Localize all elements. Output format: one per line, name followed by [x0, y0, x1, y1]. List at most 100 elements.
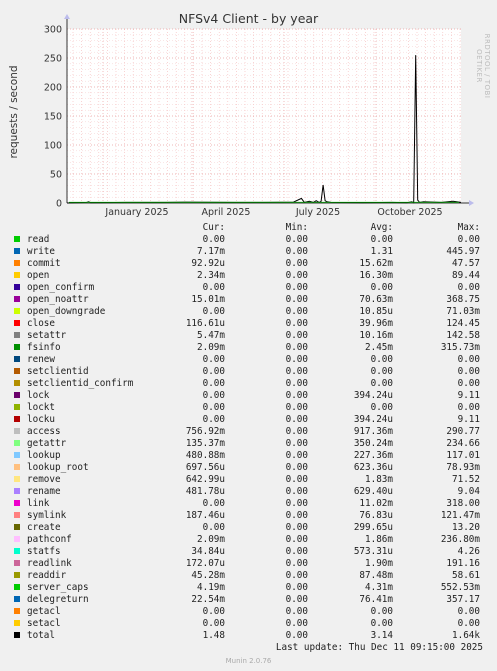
legend-max-value: 0.00 — [457, 378, 480, 389]
legend-cur-value: 2.09m — [197, 342, 225, 353]
legend-avg-value: 350.24m — [353, 438, 393, 449]
legend-series-name: readlink — [27, 558, 72, 569]
legend-max-value: 71.52 — [452, 474, 480, 485]
y-tick-label: 50 — [50, 170, 62, 181]
legend-avg-value: 0.00 — [370, 606, 393, 617]
legend-swatch — [14, 272, 20, 278]
legend-series-name: pathconf — [27, 534, 72, 545]
legend-min-value: 0.00 — [285, 402, 308, 413]
legend-max-value: 0.00 — [457, 366, 480, 377]
header-cur: Cur: — [202, 222, 225, 233]
legend-avg-value: 0.00 — [370, 354, 393, 365]
legend-series-name: fsinfo — [27, 342, 61, 353]
legend-swatch — [14, 356, 20, 362]
legend-swatch — [14, 344, 20, 350]
legend-row-symlink: symlink 187.46u 0.00 76.83u 121.47m — [0, 510, 497, 522]
legend-avg-value: 1.86m — [365, 534, 393, 545]
legend-row-commit: commit 92.92u 0.00 15.62m 47.57 — [0, 258, 497, 270]
legend-row-setclientid: setclientid 0.00 0.00 0.00 0.00 — [0, 366, 497, 378]
legend-swatch — [14, 404, 20, 410]
x-tick-label: July 2025 — [295, 207, 340, 218]
legend-cur-value: 2.34m — [197, 270, 225, 281]
legend-cur-value: 0.00 — [202, 234, 225, 245]
legend-cur-value: 0.00 — [202, 378, 225, 389]
legend-series-name: link — [27, 498, 50, 509]
legend-min-value: 0.00 — [285, 570, 308, 581]
y-tick-label: 300 — [44, 25, 62, 36]
legend-row-setclientid-confirm: setclientid_confirm 0.00 0.00 0.00 0.00 — [0, 378, 497, 390]
legend-cur-value: 756.92m — [185, 426, 225, 437]
legend-swatch — [14, 380, 20, 386]
y-tick-label: 150 — [44, 112, 62, 123]
legend-cur-value: 22.54m — [191, 594, 225, 605]
legend-cur-value: 642.99u — [185, 474, 225, 485]
legend-max-value: 58.61 — [452, 570, 480, 581]
legend-series-name: remove — [27, 474, 61, 485]
legend-max-value: 71.03m — [446, 306, 480, 317]
last-update: Last update: Thu Dec 11 09:15:00 2025 — [275, 642, 483, 653]
legend-avg-value: 917.36m — [353, 426, 393, 437]
legend-series-name: setclientid — [27, 366, 89, 377]
legend-avg-value: 1.90m — [365, 558, 393, 569]
legend-max-value: 13.20 — [452, 522, 480, 533]
legend-swatch — [14, 296, 20, 302]
legend-row-total: total 1.48 0.00 3.14 1.64k — [0, 630, 497, 642]
legend-row-readlink: readlink 172.07u 0.00 1.90m 191.16 — [0, 558, 497, 570]
legend-row-remove: remove 642.99u 0.00 1.83m 71.52 — [0, 474, 497, 486]
legend-min-value: 0.00 — [285, 294, 308, 305]
legend-avg-value: 76.83u — [359, 510, 393, 521]
chart-plot: 0 50 100 150 200 250 300 January 2025 April 2025… — [44, 14, 474, 218]
legend-swatch — [14, 440, 20, 446]
legend-row-lockt: lockt 0.00 0.00 0.00 0.00 — [0, 402, 497, 414]
legend-cur-value: 0.00 — [202, 618, 225, 629]
legend-min-value: 0.00 — [285, 630, 308, 641]
legend-min-value: 0.00 — [285, 390, 308, 401]
legend-row-locku: locku 0.00 0.00 394.24u 9.11 — [0, 414, 497, 426]
legend-cur-value: 7.17m — [197, 246, 225, 257]
legend-avg-value: 10.85u — [359, 306, 393, 317]
legend-cur-value: 34.84u — [191, 546, 225, 557]
legend-swatch — [14, 500, 20, 506]
legend-avg-value: 623.36u — [353, 462, 393, 473]
legend-row-renew: renew 0.00 0.00 0.00 0.00 — [0, 354, 497, 366]
legend-cur-value: 0.00 — [202, 606, 225, 617]
legend-max-value: 47.57 — [452, 258, 480, 269]
legend-cur-value: 480.88m — [185, 450, 225, 461]
legend-max-value: 142.58 — [446, 330, 480, 341]
legend-min-value: 0.00 — [285, 462, 308, 473]
legend-max-value: 357.17 — [446, 594, 480, 605]
legend-min-value: 0.00 — [285, 558, 308, 569]
legend-series-name: delegreturn — [27, 594, 89, 605]
legend-max-value: 9.04 — [457, 486, 480, 497]
legend-min-value: 0.00 — [285, 510, 308, 521]
legend-cur-value: 4.19m — [197, 582, 225, 593]
legend-cur-value: 0.00 — [202, 498, 225, 509]
legend-swatch — [14, 320, 20, 326]
legend-series-name: create — [27, 522, 61, 533]
legend-max-value: 368.75 — [446, 294, 480, 305]
legend-max-value: 290.77 — [446, 426, 480, 437]
legend-row-readdir: readdir 45.28m 0.00 87.48m 58.61 — [0, 570, 497, 582]
legend-header-row: Cur: Min: Avg: Max: — [0, 222, 497, 234]
legend-max-value: 0.00 — [457, 234, 480, 245]
legend-max-value: 9.11 — [457, 390, 480, 401]
legend-cur-value: 1.48 — [202, 630, 225, 641]
legend-swatch — [14, 596, 20, 602]
munin-footer: Munin 2.0.76 — [225, 657, 272, 665]
legend-min-value: 0.00 — [285, 606, 308, 617]
legend-row-setattr: setattr 5.47m 0.00 10.16m 142.58 — [0, 330, 497, 342]
legend-max-value: 9.11 — [457, 414, 480, 425]
legend-avg-value: 4.31m — [365, 582, 393, 593]
legend-min-value: 0.00 — [285, 318, 308, 329]
legend-series-name: rename — [27, 486, 61, 497]
legend-row-server-caps: server_caps 4.19m 0.00 4.31m 552.53m — [0, 582, 497, 594]
legend-series-name: open — [27, 270, 50, 281]
legend-row-open-confirm: open_confirm 0.00 0.00 0.00 0.00 — [0, 282, 497, 294]
legend-avg-value: 0.00 — [370, 234, 393, 245]
legend-series-name: setclientid_confirm — [27, 378, 134, 389]
legend-series-name: setattr — [27, 330, 67, 341]
legend-avg-value: 15.62m — [359, 258, 393, 269]
legend-cur-value: 135.37m — [185, 438, 225, 449]
legend-avg-value: 299.65u — [353, 522, 393, 533]
legend-min-value: 0.00 — [285, 522, 308, 533]
